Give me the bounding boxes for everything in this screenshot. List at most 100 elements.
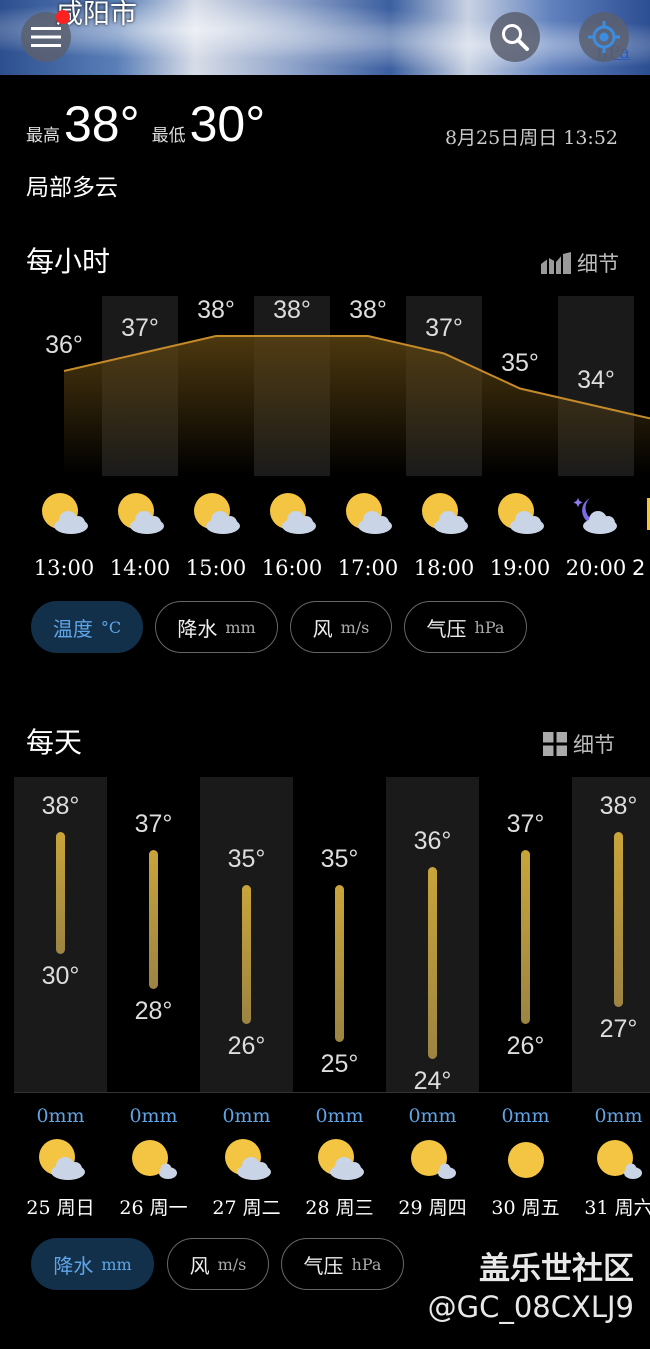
chart-icon bbox=[541, 252, 571, 274]
hour-time: 17:00 bbox=[337, 556, 399, 580]
partly-cloudy-icon bbox=[422, 493, 468, 534]
hour-time: 18:00 bbox=[413, 556, 475, 580]
day-weather-icon-wrap bbox=[593, 1138, 645, 1182]
day-high-temp: 37° bbox=[134, 809, 173, 838]
hour-time-partial: 2 bbox=[632, 556, 646, 580]
daily-metric-tab-label: 风 bbox=[189, 1253, 210, 1278]
partly-cloudy-icon bbox=[118, 493, 164, 534]
day-temp-bar bbox=[242, 884, 251, 1024]
search-button[interactable] bbox=[490, 12, 540, 62]
day-precip: 0mm bbox=[36, 1105, 85, 1127]
day-weather-icon-wrap bbox=[407, 1138, 459, 1182]
day-precip: 0mm bbox=[594, 1105, 643, 1127]
hourly-metric-tab-unit: mm bbox=[225, 617, 256, 637]
night-cloudy-icon bbox=[573, 498, 617, 534]
daily-metric-tab-unit: mm bbox=[101, 1254, 132, 1274]
day-high-temp: 37° bbox=[506, 809, 545, 838]
locate-button[interactable] bbox=[579, 12, 629, 62]
day-weather-icon-wrap bbox=[314, 1138, 366, 1182]
day-weather-icon-wrap bbox=[221, 1138, 273, 1182]
grid-icon bbox=[543, 732, 567, 756]
partly-cloudy-icon bbox=[194, 493, 240, 534]
day-temp-bar bbox=[521, 849, 530, 1024]
hourly-metric-tab-3[interactable]: 气压 hPa bbox=[404, 601, 527, 653]
hourly-metric-tab-0[interactable]: 温度 °C bbox=[31, 601, 143, 653]
daily-metric-tab-0[interactable]: 降水 mm bbox=[31, 1238, 154, 1290]
hourly-metric-tab-label: 温度 bbox=[52, 616, 93, 641]
hour-weather-icon-wrap bbox=[266, 492, 318, 536]
day-temp-bar bbox=[428, 867, 437, 1059]
hourly-metric-tab-label: 气压 bbox=[426, 616, 467, 641]
hour-weather-icon-wrap bbox=[418, 492, 470, 536]
daily-metric-tab-label: 降水 bbox=[53, 1253, 94, 1278]
hour-temp-label: 37° bbox=[425, 313, 463, 342]
hour-temp-label: 37° bbox=[121, 313, 159, 342]
day-high-temp: 35° bbox=[320, 844, 359, 873]
hourly-metric-tab-unit: m/s bbox=[340, 617, 370, 637]
day-low-temp: 28° bbox=[134, 997, 173, 1025]
day-temp-bar bbox=[149, 849, 158, 989]
watermark-handle: @GC_08CXLJ9 bbox=[427, 1290, 634, 1324]
day-high-temp: 38° bbox=[41, 792, 80, 820]
daily-detail-label: 细节 bbox=[573, 733, 615, 757]
daily-divider bbox=[14, 1092, 650, 1093]
high-temp: 38° bbox=[64, 96, 140, 152]
hourly-metric-tab-2[interactable]: 风 m/s bbox=[290, 601, 392, 653]
daily-metric-tab-1[interactable]: 风 m/s bbox=[167, 1238, 269, 1290]
hourly-metric-tab-unit: hPa bbox=[474, 617, 505, 637]
hourly-detail-button[interactable]: 细节 bbox=[541, 248, 619, 278]
day-precip: 0mm bbox=[129, 1105, 178, 1127]
hour-time: 19:00 bbox=[489, 556, 551, 580]
day-label: 31 周六 bbox=[584, 1197, 650, 1219]
hourly-metric-tab-label: 降水 bbox=[177, 616, 218, 641]
hourly-title: 每小时 bbox=[26, 245, 111, 278]
day-precip: 0mm bbox=[315, 1105, 364, 1127]
condition-text: 局部多云 bbox=[26, 175, 118, 201]
hour-time: 15:00 bbox=[185, 556, 247, 580]
hourly-detail-label: 细节 bbox=[577, 252, 619, 276]
daily-detail-button[interactable]: 细节 bbox=[543, 729, 615, 759]
hour-temp-label: 35° bbox=[501, 348, 539, 377]
hour-time: 16:00 bbox=[261, 556, 323, 580]
location-target-icon bbox=[588, 21, 620, 53]
hour-time: 20:00 bbox=[565, 556, 627, 580]
hour-time: 13:00 bbox=[33, 556, 95, 580]
notification-dot bbox=[56, 10, 70, 24]
day-temp-bar bbox=[614, 832, 623, 1007]
mostly-sunny-icon bbox=[596, 1140, 642, 1179]
hourly-metric-tab-1[interactable]: 降水 mm bbox=[155, 601, 278, 653]
hour-temp-label: 38° bbox=[349, 296, 387, 324]
day-high-temp: 38° bbox=[599, 792, 638, 820]
day-low-temp: 27° bbox=[599, 1014, 638, 1043]
hour-weather-icon-wrap bbox=[342, 492, 394, 536]
hourly-metric-tab-unit: °C bbox=[100, 617, 122, 637]
low-label: 最低 bbox=[151, 126, 186, 146]
day-column bbox=[572, 777, 650, 1092]
search-icon bbox=[502, 24, 529, 51]
partly-cloudy-icon bbox=[224, 1139, 271, 1180]
hour-temp-label: 34° bbox=[577, 366, 615, 394]
day-high-temp: 35° bbox=[227, 844, 266, 873]
day-label: 30 周五 bbox=[491, 1197, 560, 1219]
day-label: 29 周四 bbox=[398, 1197, 467, 1219]
daily-metric-tab-2[interactable]: 气压 hPa bbox=[281, 1238, 404, 1290]
hour-weather-icon-wrap bbox=[190, 492, 242, 536]
mostly-sunny-icon bbox=[410, 1140, 456, 1179]
daily-title: 每天 bbox=[26, 726, 83, 759]
hour-weather-icon-wrap bbox=[114, 492, 166, 536]
partly-cloudy-icon bbox=[498, 493, 544, 534]
hour-temp-label: 38° bbox=[273, 296, 311, 324]
partly-cloudy-icon bbox=[38, 1139, 85, 1180]
hourly-area-fill bbox=[64, 336, 650, 476]
day-high-temp: 36° bbox=[413, 827, 452, 855]
day-low-temp: 26° bbox=[506, 1032, 545, 1060]
day-weather-icon-wrap bbox=[500, 1138, 552, 1182]
day-low-temp: 30° bbox=[41, 962, 80, 990]
daily-metric-tab-label: 气压 bbox=[303, 1253, 344, 1278]
partly-cloudy-icon bbox=[42, 493, 88, 534]
day-temp-bar bbox=[335, 884, 344, 1042]
day-precip: 0mm bbox=[501, 1105, 550, 1127]
hour-temp-label: 38° bbox=[197, 296, 235, 324]
daily-metric-tab-unit: m/s bbox=[217, 1254, 247, 1274]
day-label: 28 周三 bbox=[305, 1197, 374, 1219]
